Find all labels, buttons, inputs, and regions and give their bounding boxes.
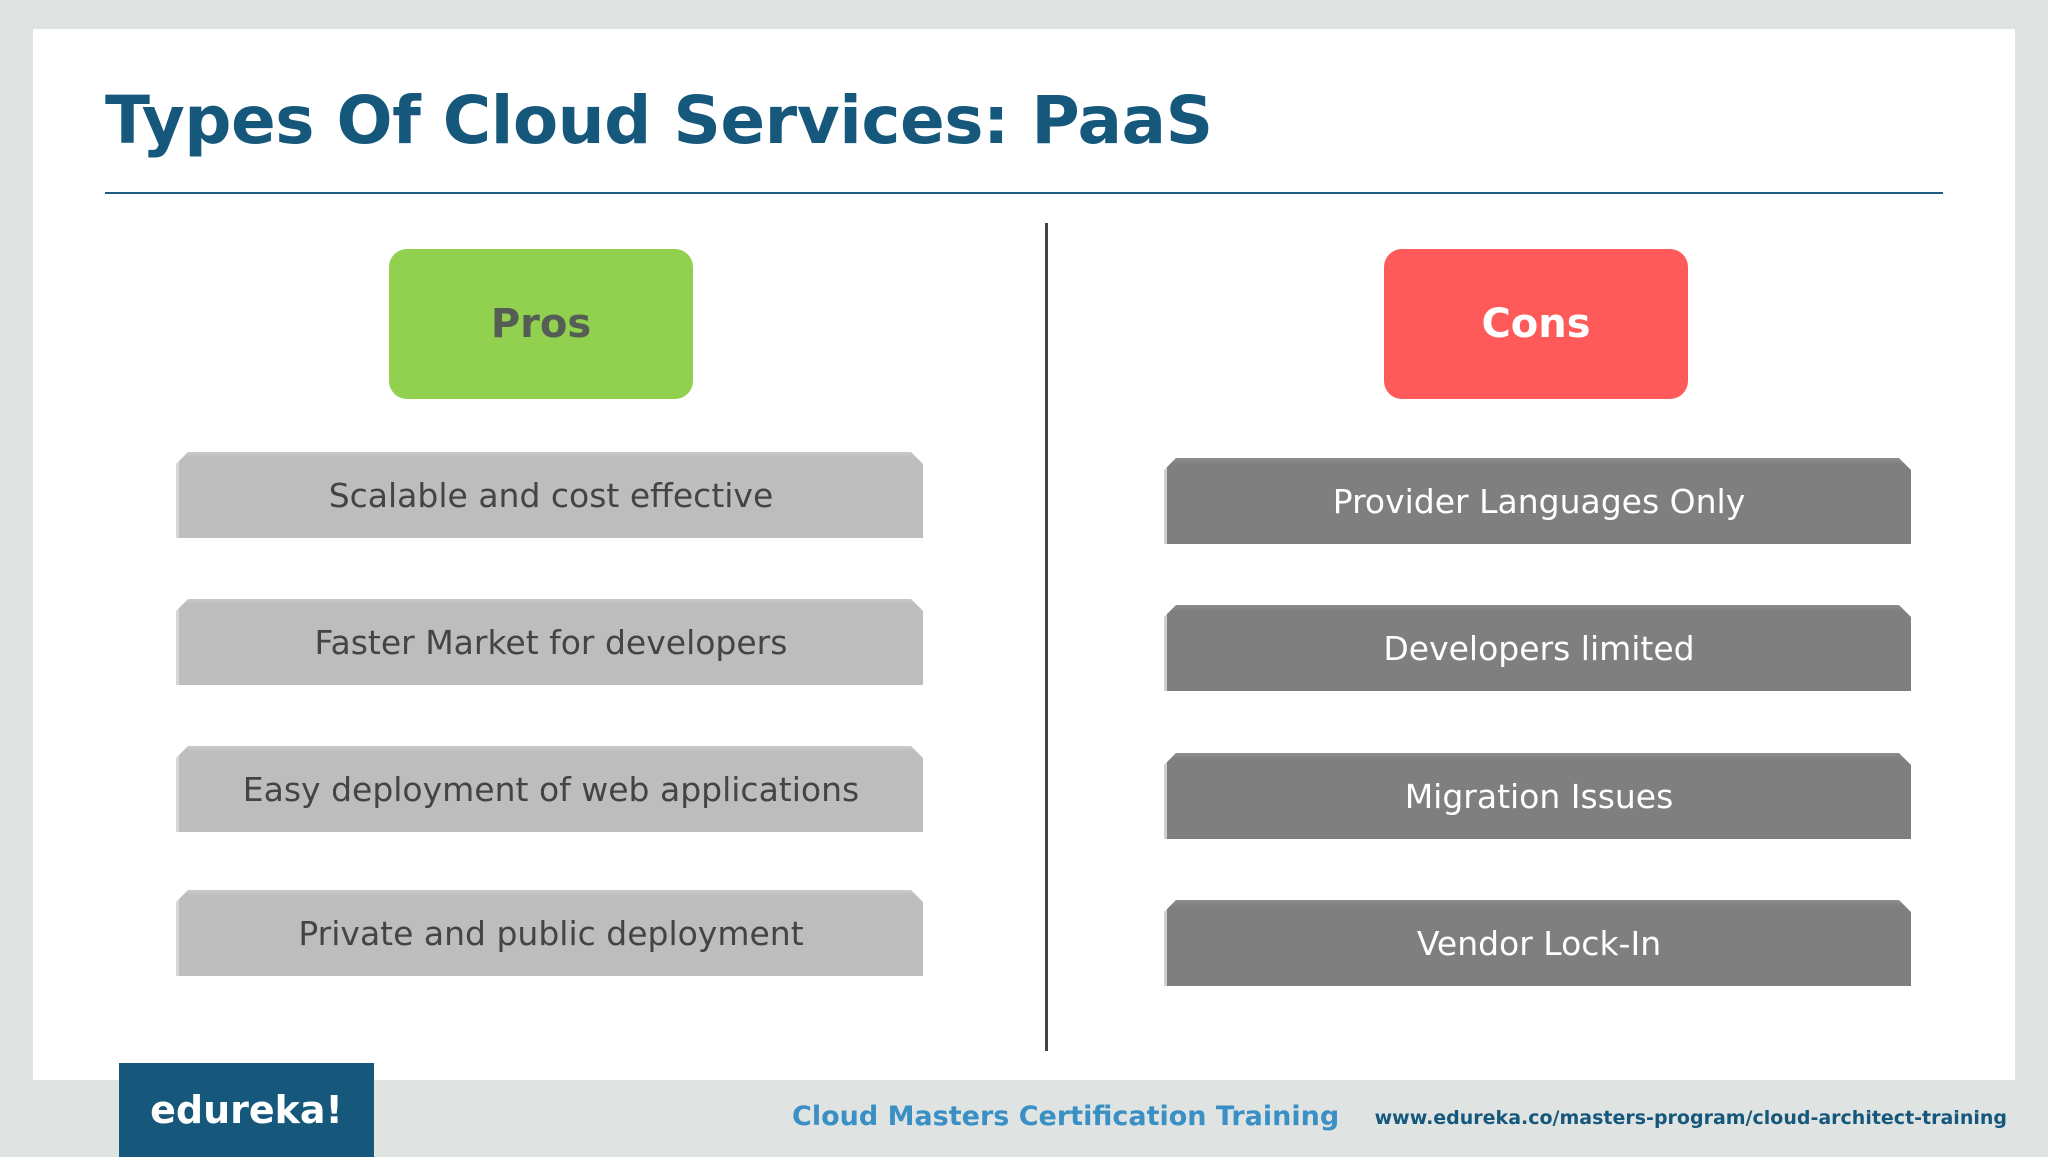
con-item-provider-languages: Provider Languages Only xyxy=(1164,458,1911,544)
course-url[interactable]: www.edureka.co/masters-program/cloud-arc… xyxy=(1375,1107,2007,1129)
pro-item-private-public: Private and public deployment xyxy=(176,890,923,976)
edureka-logo: edureka! xyxy=(119,1063,374,1157)
pros-heading: Pros xyxy=(389,249,693,399)
pro-item-easy-deployment: Easy deployment of web applications xyxy=(176,746,923,832)
course-name: Cloud Masters Certification Training xyxy=(792,1101,1340,1132)
slide-title: Types Of Cloud Services: PaaS xyxy=(105,82,1213,159)
con-item-developers-limited: Developers limited xyxy=(1164,605,1911,691)
title-underline xyxy=(105,192,1943,194)
pro-item-scalable: Scalable and cost effective xyxy=(176,452,923,538)
cons-heading: Cons xyxy=(1384,249,1688,399)
con-item-vendor-lock-in: Vendor Lock-In xyxy=(1164,900,1911,986)
logo-text: edureka! xyxy=(150,1088,343,1132)
pro-item-faster-market: Faster Market for developers xyxy=(176,599,923,685)
con-item-migration-issues: Migration Issues xyxy=(1164,753,1911,839)
column-divider xyxy=(1045,223,1048,1051)
